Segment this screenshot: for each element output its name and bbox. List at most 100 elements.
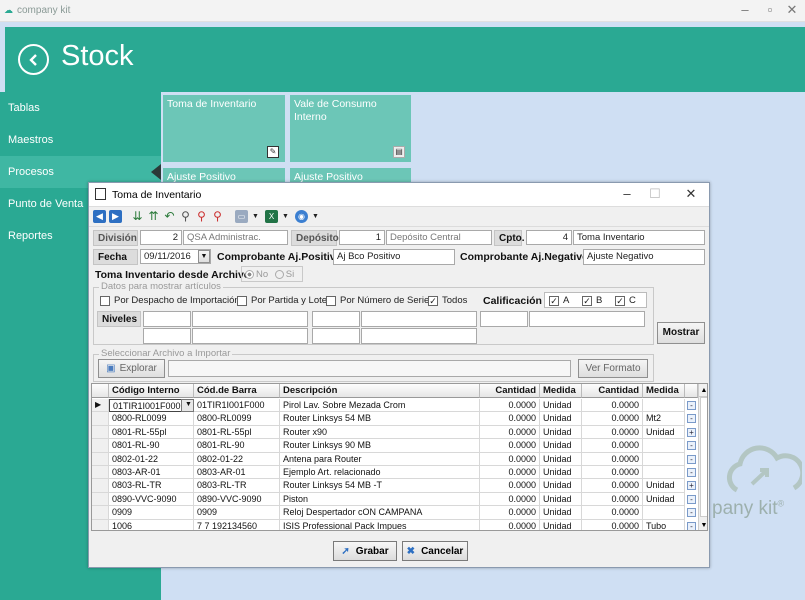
table-row[interactable]: 0803-AR-01 0803-AR-01 Ejemplo Art. relacio… — [92, 466, 707, 480]
col-medida-2[interactable]: Medida — [643, 384, 685, 398]
cell-med: Unidad — [540, 439, 582, 453]
table-row[interactable]: 0800-RL0099 0800-RL0099 Router Linksys 54 … — [92, 412, 707, 426]
scroll-down-icon[interactable]: ▼ — [699, 519, 707, 530]
collapse-icon[interactable]: - — [687, 468, 696, 477]
excel-icon[interactable]: X — [265, 210, 278, 223]
current-row-indicator-icon[interactable]: ▶ — [92, 399, 109, 413]
row-selector[interactable] — [92, 519, 109, 530]
row-selector[interactable] — [92, 425, 109, 440]
cal-b[interactable]: ✓ B — [582, 295, 602, 306]
col-descripcion[interactable]: Descripción — [280, 384, 480, 398]
globe-dropdown-icon[interactable]: ▼ — [309, 210, 322, 223]
row-selector[interactable] — [92, 452, 109, 466]
explorar-button[interactable]: ▣ Explorar — [98, 359, 165, 378]
nivel-3-code[interactable] — [480, 311, 528, 327]
window-titlebar: ☁ company kit – ▫ ✕ — [0, 0, 805, 22]
table-row[interactable]: 1006 7 7 192134560 ISIS Professional Pack … — [92, 519, 707, 530]
search-prev-icon[interactable]: ⚲ — [211, 210, 224, 223]
dialog-close-button[interactable]: ✕ — [681, 186, 701, 202]
filter-down-icon[interactable]: ⇊ — [131, 210, 144, 223]
minimize-button[interactable]: – — [735, 2, 755, 17]
dialog-maximize-button[interactable]: ☐ — [645, 186, 665, 202]
table-row[interactable]: 0802-01-22 0802-01-22 Antena para Router 0.… — [92, 452, 707, 466]
close-button[interactable]: ✕ — [782, 2, 802, 18]
radio-no[interactable]: No — [245, 269, 268, 280]
row-selector[interactable] — [92, 479, 109, 493]
row-selector[interactable] — [92, 506, 109, 520]
table-row[interactable]: 0801-RL-55pl 0801-RL-55pl Router x90 0.0000… — [92, 425, 707, 440]
expand-icon[interactable]: + — [687, 481, 696, 491]
sidebar-item-maestros[interactable]: Maestros — [0, 124, 161, 156]
check-despacho[interactable]: Por Despacho de Importación — [100, 295, 240, 306]
grabar-button[interactable]: ➚ Grabar — [333, 541, 397, 561]
collapse-icon[interactable]: - — [687, 494, 696, 504]
nivel-5-code[interactable] — [312, 328, 360, 344]
table-row[interactable]: 0801-RL-90 0801-RL-90 Router Linksys 90 MB… — [92, 439, 707, 453]
globe-icon[interactable]: ◉ — [295, 210, 308, 223]
cal-c[interactable]: ✓ C — [615, 295, 636, 306]
expand-icon[interactable]: + — [687, 427, 696, 437]
excel-dropdown-icon[interactable]: ▼ — [279, 210, 292, 223]
table-row[interactable]: ▶ 01TIR1I001F000 01TIR1I001F000 Pirol Lav. … — [92, 399, 707, 413]
collapse-icon[interactable]: - — [687, 521, 696, 530]
sidebar-item-tablas[interactable]: Tablas — [0, 92, 161, 124]
collapse-icon[interactable]: - — [687, 441, 696, 451]
mostrar-button[interactable]: Mostrar — [657, 322, 705, 344]
fecha-dropdown-icon[interactable]: ▼ — [198, 250, 210, 263]
maximize-button[interactable]: ▫ — [760, 2, 780, 17]
radio-si[interactable]: Si — [274, 269, 294, 280]
col-codigo-interno[interactable]: Código Interno — [109, 384, 194, 398]
next-icon[interactable]: ▶ — [109, 210, 122, 223]
collapse-icon[interactable]: - — [687, 508, 696, 518]
save-icon: ➚ — [341, 545, 350, 557]
row-selector[interactable] — [92, 412, 109, 426]
grid-vertical-scrollbar[interactable]: ▲ ▼ — [698, 384, 707, 530]
cal-b-label: B — [596, 295, 603, 306]
col-medida[interactable]: Medida — [540, 384, 582, 398]
grabar-label: Grabar — [355, 545, 389, 557]
tile-vale-de-consumo[interactable]: Vale de Consumo Interno ▤ — [290, 95, 411, 162]
cell-codigo: 1006 — [109, 519, 194, 530]
codigo-dropdown-icon[interactable]: ▼ — [181, 399, 194, 413]
tile-toma-de-inventario[interactable]: Toma de Inventario ✎ — [163, 95, 285, 162]
cell-desc: Ejemplo Art. relacionado — [280, 466, 480, 480]
nivel-2-code[interactable] — [312, 311, 360, 327]
dialog-minimize-button[interactable]: – — [617, 186, 637, 201]
ver-formato-button[interactable]: Ver Formato — [578, 359, 648, 378]
search-next-icon[interactable]: ⚲ — [195, 210, 208, 223]
filter-up-icon[interactable]: ⇈ — [147, 210, 160, 223]
collapse-icon[interactable]: - — [687, 401, 696, 410]
archivo-path-field[interactable] — [168, 360, 571, 377]
comp-pos-field[interactable]: Aj Bco Positivo — [333, 249, 455, 265]
row-selector[interactable] — [92, 466, 109, 480]
check-serie[interactable]: Por Número de Serie — [326, 295, 429, 306]
check-todos[interactable]: ✓ Todos — [428, 295, 467, 306]
cal-a[interactable]: ✓ A — [549, 295, 569, 306]
col-cantidad-2[interactable]: Cantidad — [582, 384, 643, 398]
deposito-code-field[interactable]: 1 — [339, 230, 385, 245]
row-selector[interactable] — [92, 492, 109, 507]
cpto-code-field[interactable]: 4 — [526, 230, 572, 245]
collapse-icon[interactable]: - — [687, 454, 696, 464]
table-row[interactable]: 0803-RL-TR 0803-RL-TR Router Linksys 54 MB… — [92, 479, 707, 493]
nivel-4-code[interactable] — [143, 328, 191, 344]
division-code-field[interactable]: 2 — [140, 230, 182, 245]
col-cantidad[interactable]: Cantidad — [480, 384, 540, 398]
comp-neg-field[interactable]: Ajuste Negativo — [583, 249, 705, 265]
col-cod-barra[interactable]: Cód.de Barra — [194, 384, 280, 398]
search-icon[interactable]: ⚲ — [179, 210, 192, 223]
scroll-up-icon[interactable]: ▲ — [699, 384, 707, 397]
cancelar-button[interactable]: ✖ Cancelar — [402, 541, 468, 561]
undo-icon[interactable]: ↶ — [163, 210, 176, 223]
print-icon[interactable]: ▭ — [235, 210, 248, 223]
print-dropdown-icon[interactable]: ▼ — [249, 210, 262, 223]
table-row[interactable]: 0909 0909 Reloj Despertador cON CAMPANA 0.0… — [92, 506, 707, 520]
row-selector[interactable] — [92, 439, 109, 453]
check-partida[interactable]: Por Partida y Lote — [237, 295, 327, 306]
collapse-icon[interactable]: - — [687, 414, 696, 424]
table-row[interactable]: 0890-VVC-9090 0890-VVC-9090 Piston 0.0000 Un… — [92, 492, 707, 507]
scroll-thumb[interactable] — [700, 397, 707, 517]
back-button[interactable] — [18, 44, 49, 75]
prev-icon[interactable]: ◀ — [93, 210, 106, 223]
nivel-1-code[interactable] — [143, 311, 191, 327]
